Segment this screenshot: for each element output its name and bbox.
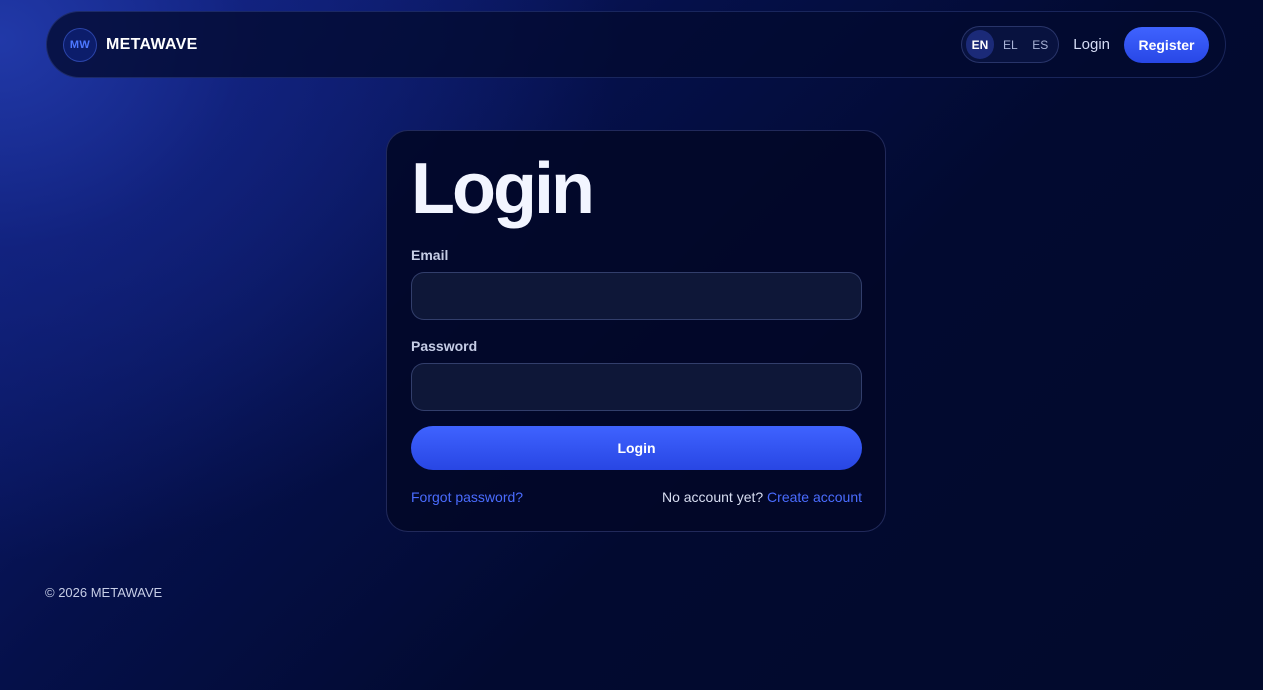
email-field[interactable] bbox=[411, 272, 862, 320]
top-navbar: MW METAWAVE EN EL ES Login Register bbox=[46, 11, 1226, 78]
forgot-password-link[interactable]: Forgot password? bbox=[411, 489, 523, 505]
copyright: © 2026 METAWAVE bbox=[45, 585, 163, 600]
nav-register-button[interactable]: Register bbox=[1124, 26, 1209, 63]
password-label: Password bbox=[411, 338, 478, 354]
brand[interactable]: MW METAWAVE bbox=[63, 27, 198, 62]
brand-name: METAWAVE bbox=[106, 35, 198, 53]
lang-en-button[interactable]: EN bbox=[965, 30, 995, 59]
lang-es-button[interactable]: ES bbox=[1026, 30, 1054, 59]
signup-prompt: No account yet? Create account bbox=[662, 489, 862, 505]
lang-el-button[interactable]: EL bbox=[996, 30, 1024, 59]
login-submit-button[interactable]: Login bbox=[411, 426, 862, 470]
page-title: Login bbox=[411, 149, 595, 229]
create-account-link[interactable]: Create account bbox=[767, 489, 862, 505]
card-footer: Forgot password? No account yet? Create … bbox=[411, 489, 862, 505]
language-switcher: EN EL ES bbox=[960, 26, 1060, 63]
password-field[interactable] bbox=[411, 363, 862, 411]
login-card: Login Email Password Login Forgot passwo… bbox=[386, 130, 886, 532]
no-account-text: No account yet? bbox=[661, 489, 764, 505]
nav-right: EN EL ES Login Register bbox=[960, 26, 1209, 63]
brand-logo: MW bbox=[63, 27, 97, 62]
nav-login-link[interactable]: Login bbox=[1073, 36, 1110, 53]
email-label: Email bbox=[411, 247, 449, 263]
